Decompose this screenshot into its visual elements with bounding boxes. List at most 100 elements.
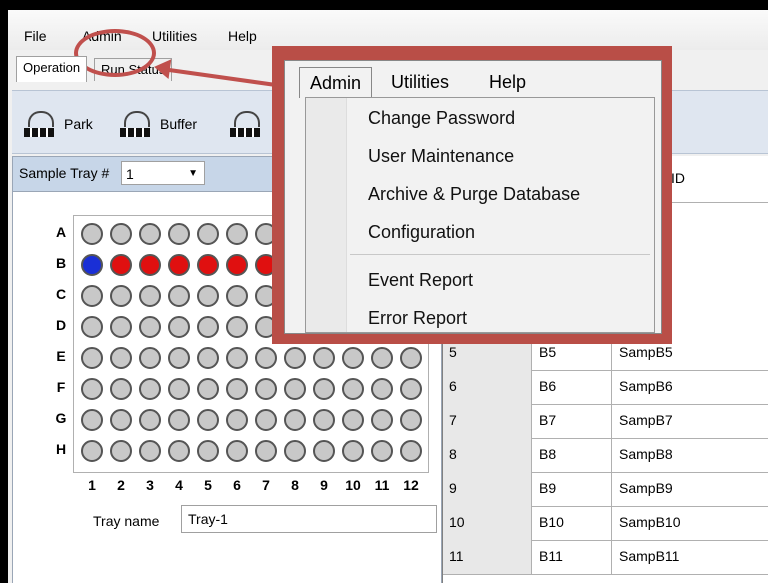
well-G12[interactable] [400,409,422,431]
well-D6[interactable] [226,316,248,338]
tab-operation[interactable]: Operation [16,56,88,82]
well-G10[interactable] [342,409,364,431]
menu-item-configuration[interactable]: Configuration [368,222,475,243]
well-B1[interactable] [81,254,103,276]
table-row[interactable]: 7 B7 SampB7 [443,404,768,439]
well-C5[interactable] [197,285,219,307]
well-G8[interactable] [284,409,306,431]
well-B3[interactable] [139,254,161,276]
well-D4[interactable] [168,316,190,338]
row-number: 10 [449,514,465,530]
well-H12[interactable] [400,440,422,462]
well-G5[interactable] [197,409,219,431]
well-H3[interactable] [139,440,161,462]
well-B4[interactable] [168,254,190,276]
well-H8[interactable] [284,440,306,462]
well-F6[interactable] [226,378,248,400]
callout-menu-admin[interactable]: Admin [299,67,373,98]
well-E12[interactable] [400,347,422,369]
well-H2[interactable] [110,440,132,462]
well-H10[interactable] [342,440,364,462]
menu-item-archive-purge[interactable]: Archive & Purge Database [368,184,580,205]
well-G7[interactable] [255,409,277,431]
well-D2[interactable] [110,316,132,338]
table-row[interactable]: 8 B8 SampB8 [443,438,768,473]
well-A6[interactable] [226,223,248,245]
well-G1[interactable] [81,409,103,431]
menu-item-change-password[interactable]: Change Password [368,108,515,129]
well-C4[interactable] [168,285,190,307]
well-E10[interactable] [342,347,364,369]
well-A4[interactable] [168,223,190,245]
callout-menu-help[interactable]: Help [489,67,526,97]
well-G2[interactable] [110,409,132,431]
well-F12[interactable] [400,378,422,400]
well-G6[interactable] [226,409,248,431]
park-button[interactable]: Park [22,109,93,139]
well-E9[interactable] [313,347,335,369]
well-C1[interactable] [81,285,103,307]
table-row[interactable]: 6 B6 SampB6 [443,370,768,405]
menu-item-user-maintenance[interactable]: User Maintenance [368,146,514,167]
well-D5[interactable] [197,316,219,338]
well-F11[interactable] [371,378,393,400]
menu-utilities[interactable]: Utilities [152,28,197,44]
well-E6[interactable] [226,347,248,369]
well-D1[interactable] [81,316,103,338]
well-D3[interactable] [139,316,161,338]
table-row[interactable]: 9 B9 SampB9 [443,472,768,507]
well-C3[interactable] [139,285,161,307]
well-B6[interactable] [226,254,248,276]
well-E2[interactable] [110,347,132,369]
well-B5[interactable] [197,254,219,276]
well-H5[interactable] [197,440,219,462]
well-F8[interactable] [284,378,306,400]
well-H4[interactable] [168,440,190,462]
well-F2[interactable] [110,378,132,400]
menu-help[interactable]: Help [228,28,257,44]
menu-item-event-report[interactable]: Event Report [368,270,473,291]
well-E3[interactable] [139,347,161,369]
well-G4[interactable] [168,409,190,431]
well-E7[interactable] [255,347,277,369]
well-G3[interactable] [139,409,161,431]
row-sample-id: SampB9 [619,480,673,496]
well-E5[interactable] [197,347,219,369]
well-H6[interactable] [226,440,248,462]
well-F5[interactable] [197,378,219,400]
well-H11[interactable] [371,440,393,462]
menu-item-error-report[interactable]: Error Report [368,308,467,329]
well-H9[interactable] [313,440,335,462]
well-A5[interactable] [197,223,219,245]
table-row[interactable]: 11 B11 SampB11 [443,540,768,575]
sample-tray-select[interactable]: 1 ▼ [121,161,205,185]
well-F4[interactable] [168,378,190,400]
well-G11[interactable] [371,409,393,431]
well-F1[interactable] [81,378,103,400]
well-H7[interactable] [255,440,277,462]
callout-menu-utilities[interactable]: Utilities [391,67,449,97]
well-A3[interactable] [139,223,161,245]
well-F10[interactable] [342,378,364,400]
well-H1[interactable] [81,440,103,462]
well-F3[interactable] [139,378,161,400]
well-A2[interactable] [110,223,132,245]
well-C6[interactable] [226,285,248,307]
table-row[interactable]: 10 B10 SampB10 [443,506,768,541]
buffer-button[interactable]: Buffer [118,109,197,139]
well-E11[interactable] [371,347,393,369]
well-G9[interactable] [313,409,335,431]
tray-name-input[interactable]: Tray-1 [181,505,437,533]
menu-file[interactable]: File [24,28,47,44]
well-F7[interactable] [255,378,277,400]
tool-button[interactable] [228,109,270,139]
well-B2[interactable] [110,254,132,276]
row-sample-id: SampB11 [619,548,680,564]
well-E4[interactable] [168,347,190,369]
row-sample-id: SampB5 [619,344,673,360]
well-C2[interactable] [110,285,132,307]
well-F9[interactable] [313,378,335,400]
well-E8[interactable] [284,347,306,369]
well-E1[interactable] [81,347,103,369]
well-A1[interactable] [81,223,103,245]
